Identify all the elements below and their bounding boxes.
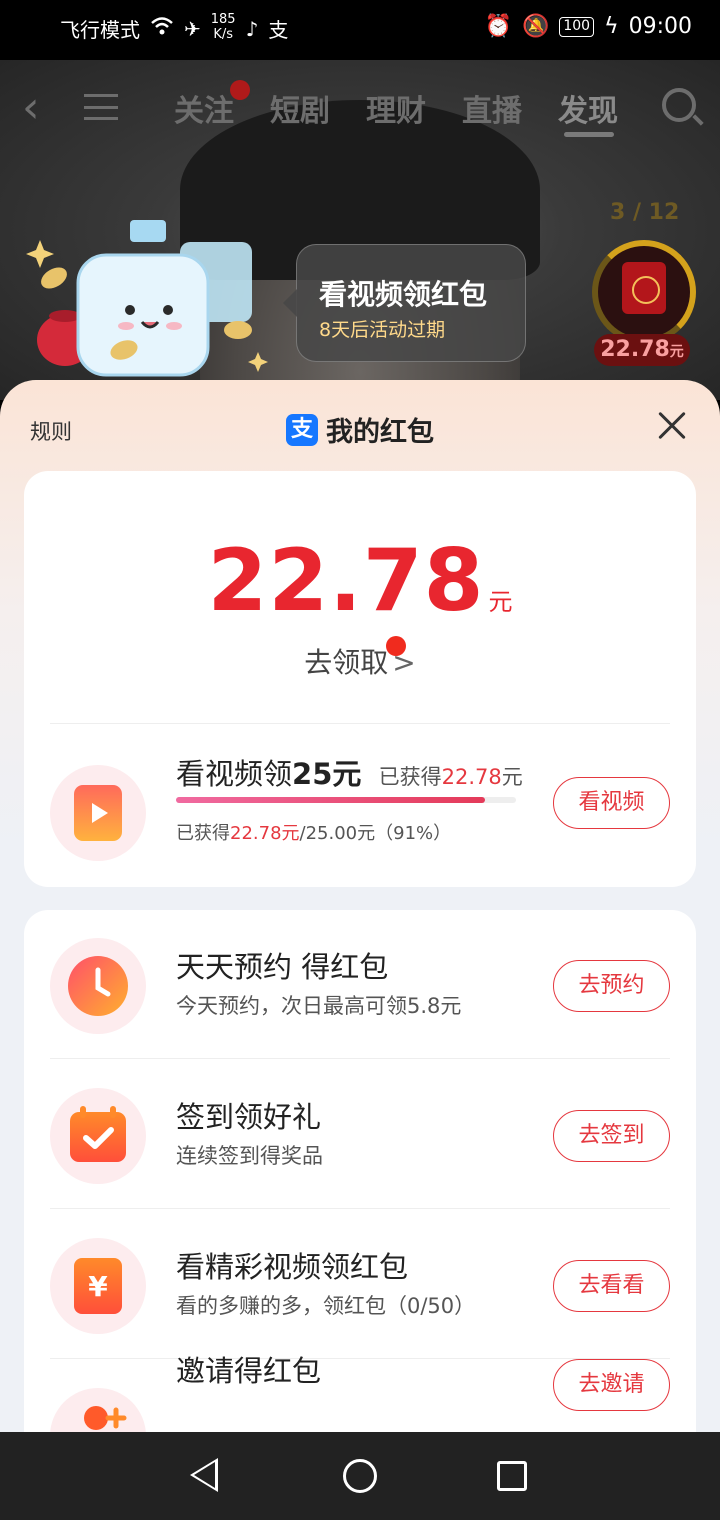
watch-task-progress-bar: [176, 797, 516, 803]
task-list-card: 天天预约 得红包 今天预约，次日最高可领5.8元 去预约 签到领好礼 连续签到得…: [24, 910, 696, 1432]
status-bar: 飞行模式 ✈ 185 K/s ♪ 支 ⏰ 🔕 100 ϟ 09:00: [0, 0, 720, 60]
yuan-icon: ¥: [50, 1238, 146, 1334]
watch-video-task: 看视频领25元 已获得22.78元 已获得22.78元/25.00元（91%） …: [24, 737, 696, 887]
balance-amount: 22.78 元: [207, 531, 513, 631]
list-item: 天天预约 得红包 今天预约，次日最高可领5.8元 去预约: [24, 910, 696, 1060]
menu-icon[interactable]: [84, 94, 118, 120]
invite-icon: [50, 1388, 146, 1432]
task-subtitle: 今天预约，次日最高可领5.8元: [176, 994, 462, 1018]
list-item: ¥ 看精彩视频领红包 看的多赚的多，领红包（0/50） 去看看: [24, 1210, 696, 1360]
balance-card: 22.78 元 去领取 > 看视频领25元 已获得22.78元 已获得22.78元/…: [24, 471, 696, 887]
divider: [50, 1058, 670, 1059]
system-nav-bar: [0, 1432, 720, 1520]
alipay-icon: 支: [286, 413, 318, 446]
progress-fill: [176, 797, 486, 803]
network-speed: 185 K/s: [210, 11, 236, 42]
sheet-header: 规则 支 我的红包: [0, 380, 720, 476]
tiktok-icon: ♪: [245, 16, 259, 41]
checkin-button[interactable]: 去签到: [553, 1110, 670, 1162]
alipay-status-icon: 支: [268, 18, 289, 42]
invite-button[interactable]: 去邀请: [553, 1359, 670, 1411]
back-icon[interactable]: ‹: [22, 86, 40, 130]
nav-back-icon[interactable]: [190, 1458, 218, 1492]
redpack-amount-badge[interactable]: 22.78元: [594, 334, 690, 366]
divider: [50, 1208, 670, 1209]
sheet-title-text: 我的红包: [326, 417, 434, 448]
video-background: ‹ 关注 短剧 理财 直播 发现 看视频领红包 8天后活动过期 3 / 12 2…: [0, 60, 720, 400]
clock-icon: [50, 938, 146, 1034]
airplane-mode-label: 飞行模式: [60, 18, 140, 42]
tab-discover[interactable]: 发现: [558, 86, 618, 130]
promo-title: 看视频领红包: [319, 278, 488, 311]
reserve-button[interactable]: 去预约: [553, 960, 670, 1012]
list-item: 邀请得红包 去邀请: [24, 1354, 696, 1432]
mascot-illustration: [26, 220, 268, 377]
alarm-icon: ⏰: [484, 14, 512, 39]
task-title: 签到领好礼: [176, 1100, 322, 1134]
notification-dot: [230, 80, 250, 100]
top-nav: ‹ 关注 短剧 理财 直播 发现: [0, 80, 720, 140]
nav-home-icon[interactable]: [343, 1459, 377, 1493]
tab-follow[interactable]: 关注: [174, 86, 234, 130]
watch-task-title: 看视频领25元 已获得22.78元: [176, 757, 523, 791]
search-icon[interactable]: [662, 88, 696, 122]
task-subtitle: 看的多赚的多，领红包（0/50）: [176, 1294, 476, 1318]
charging-icon: ϟ: [604, 14, 619, 39]
tab-drama[interactable]: 短剧: [270, 86, 330, 130]
watch-video-button[interactable]: 看视频: [553, 777, 670, 829]
claim-notification-dot: [386, 636, 406, 656]
active-tab-underline: [564, 132, 614, 137]
airplane-icon: ✈: [184, 16, 201, 41]
task-subtitle: 连续签到得奖品: [176, 1144, 323, 1168]
mute-icon: 🔕: [521, 14, 550, 39]
watch-task-progress-text: 已获得22.78元/25.00元（91%）: [176, 823, 452, 844]
claim-button[interactable]: 去领取 >: [24, 641, 696, 681]
promo-expiry: 8天后活动过期: [319, 319, 446, 341]
red-envelope-icon: [622, 262, 666, 314]
tab-live[interactable]: 直播: [462, 86, 522, 130]
sheet-title: 支 我的红包: [0, 410, 720, 449]
redpack-progress-ring[interactable]: [592, 240, 696, 344]
clock-time: 09:00: [628, 14, 692, 39]
tab-finance[interactable]: 理财: [366, 86, 426, 130]
wifi-icon: [150, 16, 174, 41]
calendar-check-icon: [50, 1088, 146, 1184]
task-title: 邀请得红包: [176, 1354, 322, 1388]
svg-text:¥: ¥: [88, 1270, 108, 1303]
promo-bubble[interactable]: 看视频领红包 8天后活动过期: [283, 244, 526, 362]
video-counter: 3 / 12: [610, 200, 680, 225]
nav-recents-icon[interactable]: [497, 1461, 527, 1491]
divider: [50, 723, 670, 724]
bubble-pointer: [283, 289, 297, 317]
play-icon: [50, 765, 146, 861]
task-title: 天天预约 得红包: [176, 950, 389, 984]
list-item: 签到领好礼 连续签到得奖品 去签到: [24, 1060, 696, 1210]
battery-indicator: 100: [559, 16, 595, 37]
redpack-sheet: 规则 支 我的红包 22.78 元 去领取 > 看视频领25元 已获得22.78元: [0, 380, 720, 1432]
close-icon[interactable]: [656, 410, 688, 442]
task-title: 看精彩视频领红包: [176, 1250, 409, 1284]
watch-more-button[interactable]: 去看看: [553, 1260, 670, 1312]
